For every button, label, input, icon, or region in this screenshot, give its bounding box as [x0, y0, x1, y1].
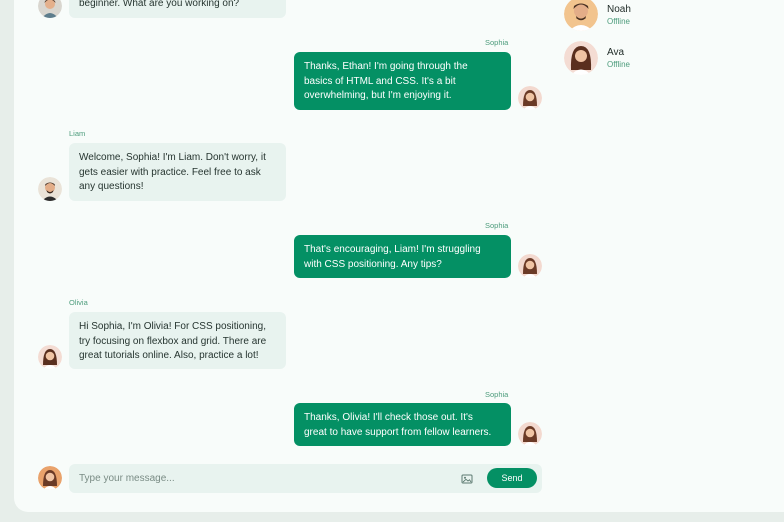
current-user-avatar: [38, 466, 62, 490]
message-sender: Olivia: [69, 298, 88, 307]
message-composer: Send: [69, 464, 542, 493]
image-icon[interactable]: [461, 472, 473, 484]
message-sender: Liam: [69, 129, 86, 138]
contact-name: Ava: [607, 47, 625, 58]
message-bubble-outgoing: Thanks, Ethan! I'm going through the bas…: [294, 52, 511, 110]
message-sender: Sophia: [485, 38, 509, 47]
message-sender: Sophia: [485, 221, 509, 230]
contact-name: Noah: [607, 4, 631, 15]
message-bubble-outgoing: That's encouraging, Liam! I'm struggling…: [294, 235, 511, 278]
contact-status: Offline: [607, 17, 630, 26]
message-bubble-incoming: Hi Sophia, I'm Olivia! For CSS positioni…: [69, 312, 286, 369]
contact-avatar-ava[interactable]: [564, 41, 598, 75]
message-bubble-incoming: beginner. What are you working on?: [69, 0, 286, 18]
avatar-sophia: [518, 86, 542, 110]
avatar-sophia: [518, 254, 542, 278]
send-button[interactable]: Send: [487, 468, 537, 488]
avatar-sophia: [518, 422, 542, 446]
avatar-liam: [38, 177, 62, 201]
message-bubble-outgoing: Thanks, Olivia! I'll check those out. It…: [294, 403, 511, 446]
message-sender: Sophia: [485, 390, 509, 399]
contact-status: Offline: [607, 60, 630, 69]
avatar-olivia: [38, 345, 62, 369]
message-bubble-incoming: Welcome, Sophia! I'm Liam. Don't worry, …: [69, 143, 286, 201]
message-input[interactable]: [69, 464, 469, 493]
